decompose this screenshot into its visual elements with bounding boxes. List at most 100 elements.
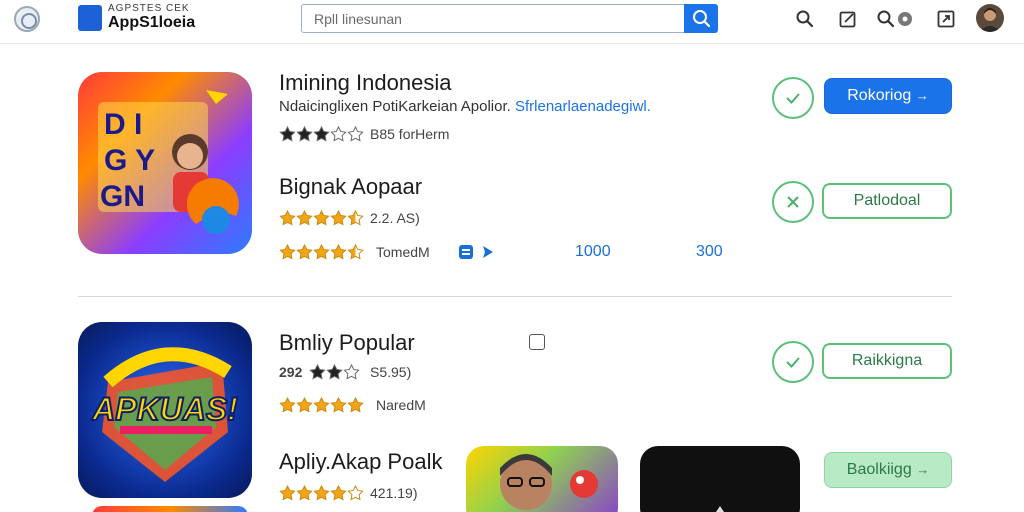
letters-game-icon: D I G Y GN <box>98 90 239 234</box>
section-divider <box>78 296 952 297</box>
star-icon <box>313 243 330 260</box>
brand-tagline: AGPSTES CEK <box>108 3 190 14</box>
rating-prefix: 292 <box>279 364 303 380</box>
brand-name[interactable]: AppS1loeia <box>108 14 195 32</box>
search-icon[interactable] <box>795 9 815 29</box>
rating-source: NaredM <box>376 397 426 413</box>
star-icon <box>343 363 360 380</box>
primary-action-label: Rokoriog <box>847 87 912 104</box>
avatar-icon <box>979 8 1001 32</box>
star-icon <box>279 396 296 413</box>
star-icon <box>313 125 330 142</box>
star-icon <box>296 484 313 501</box>
star-icon <box>347 243 364 260</box>
rating-stars <box>279 243 364 261</box>
search-button[interactable] <box>684 4 718 33</box>
info-badge-icon[interactable] <box>529 334 545 350</box>
rating-stars <box>279 396 364 414</box>
star-icon <box>296 125 313 142</box>
download-count: 1000 <box>575 243 611 260</box>
star-icon <box>296 209 313 226</box>
app-title[interactable]: Apliy.Akap Poalk <box>279 449 442 475</box>
share-icon[interactable] <box>458 244 498 260</box>
app-title[interactable]: Bignak Aopaar <box>279 174 422 200</box>
stars-graphic <box>279 125 364 142</box>
star-icon <box>347 125 364 142</box>
secondary-action-button[interactable]: Patlodoal <box>822 183 952 219</box>
star-icon <box>330 484 347 501</box>
stars-graphic <box>279 243 364 260</box>
rating-stars <box>279 209 364 227</box>
star-icon <box>313 396 330 413</box>
app-icon-partial[interactable] <box>92 506 248 512</box>
installed-check-button[interactable] <box>772 77 814 119</box>
dark-app-icon <box>716 506 724 512</box>
tertiary-action-label: Baolkiigg <box>846 461 912 478</box>
svg-text:APKUAS!: APKUAS! <box>91 391 238 427</box>
star-icon <box>330 125 347 142</box>
stars-graphic <box>279 209 364 226</box>
stars-graphic <box>279 484 364 501</box>
app-icon-dark[interactable] <box>640 446 800 512</box>
rating-stars <box>279 484 364 502</box>
svg-text:GN: GN <box>100 180 145 213</box>
remove-button[interactable] <box>772 181 814 223</box>
user-avatar[interactable] <box>976 4 1004 32</box>
rating-stars <box>309 363 360 381</box>
star-icon <box>347 209 364 226</box>
search-input[interactable] <box>301 4 685 33</box>
stars-graphic <box>309 363 360 380</box>
star-icon <box>279 484 296 501</box>
rating-count: B85 forHerm <box>370 126 450 142</box>
rating-value: 2.2. AS) <box>370 210 420 226</box>
check-icon <box>786 357 800 368</box>
stars-graphic <box>279 396 364 413</box>
search-icon <box>693 10 711 28</box>
star-icon <box>309 363 326 380</box>
installed-check-button[interactable] <box>772 341 814 383</box>
top-bar: AGPSTES CEK AppS1loeia <box>0 0 1024 44</box>
edit-icon[interactable] <box>838 9 858 29</box>
globe-icon[interactable] <box>14 6 40 32</box>
man-portrait-icon <box>500 454 598 510</box>
app-icon-apkuas[interactable]: APKUAS! <box>78 322 252 498</box>
search-settings-icon[interactable] <box>876 9 916 29</box>
app-title[interactable]: Bmliy Popular <box>279 330 415 356</box>
star-icon <box>347 484 364 501</box>
arrow-right-icon: → <box>915 88 929 103</box>
star-icon <box>296 243 313 260</box>
svg-text:D I: D I <box>104 108 142 141</box>
app-description-link[interactable]: Sfrlenarlaenadegiwl. <box>515 98 651 115</box>
rating-value: 421.19) <box>370 485 418 501</box>
star-icon <box>313 484 330 501</box>
star-icon <box>330 209 347 226</box>
rating-stars <box>279 125 364 143</box>
rating-value: S5.95) <box>370 364 412 380</box>
star-icon <box>279 243 296 260</box>
apkuas-logo-icon: APKUAS! <box>90 347 239 482</box>
check-icon <box>786 93 800 104</box>
expand-icon[interactable] <box>936 9 956 29</box>
star-icon <box>279 125 296 142</box>
star-icon <box>313 209 330 226</box>
store-logo-icon[interactable] <box>78 5 102 31</box>
star-icon <box>279 209 296 226</box>
app-icon-portrait[interactable] <box>466 446 618 512</box>
star-icon <box>330 396 347 413</box>
star-icon <box>326 363 343 380</box>
close-icon <box>787 196 799 208</box>
arrow-right-icon: → <box>916 462 930 477</box>
star-icon <box>296 396 313 413</box>
app-title[interactable]: Imining Indonesia <box>279 70 451 96</box>
app-icon-letters-game[interactable]: D I G Y GN <box>78 72 252 254</box>
secondary-action-button[interactable]: Raikkigna <box>822 343 952 379</box>
app-description: Ndaicinglixen PotiKarkeian Apolior. Sfrl… <box>279 98 651 115</box>
star-icon <box>330 243 347 260</box>
review-count: 300 <box>696 243 723 260</box>
star-icon <box>347 396 364 413</box>
app-description-text: Ndaicinglixen PotiKarkeian Apolior. <box>279 98 511 115</box>
svg-text:G Y: G Y <box>104 144 155 177</box>
rating-source: TomedM <box>376 244 430 260</box>
tertiary-action-button[interactable]: Baolkiigg → <box>824 452 952 488</box>
primary-action-button[interactable]: Rokoriog → <box>824 78 952 114</box>
